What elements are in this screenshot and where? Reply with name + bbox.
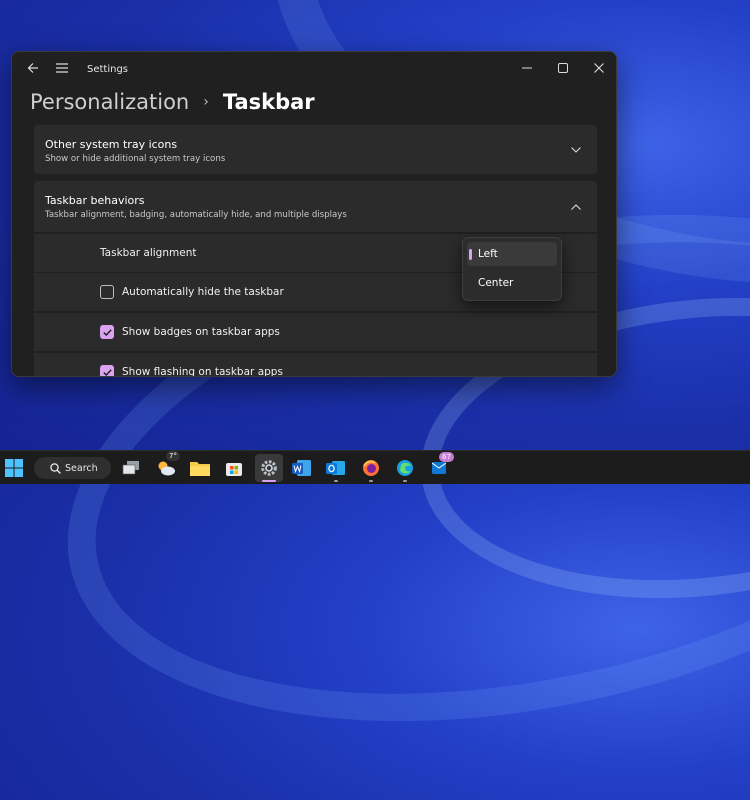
- flashing-row[interactable]: Show flashing on taskbar apps: [34, 353, 597, 377]
- chevron-down-icon[interactable]: [569, 143, 583, 157]
- close-icon[interactable]: [581, 52, 617, 84]
- setting-label: Show badges on taskbar apps: [122, 326, 280, 338]
- checkmark-icon: [103, 369, 112, 376]
- flashing-checkbox[interactable]: [100, 365, 114, 377]
- breadcrumb-parent[interactable]: Personalization: [30, 90, 189, 114]
- breadcrumb: Personalization › Taskbar: [30, 87, 315, 117]
- store-icon[interactable]: [223, 457, 245, 479]
- running-app-indicator: [403, 480, 407, 482]
- app-title: Settings: [87, 64, 128, 75]
- option-label: Center: [478, 277, 513, 289]
- option-label: Left: [478, 248, 498, 260]
- other-tray-icons-section[interactable]: Other system tray icons Show or hide add…: [34, 125, 597, 174]
- firefox-icon[interactable]: [360, 457, 382, 479]
- section-description: Show or hide additional system tray icon…: [45, 154, 225, 164]
- section-title: Taskbar behaviors: [45, 194, 145, 207]
- alignment-option-left[interactable]: Left: [467, 242, 557, 266]
- edge-icon[interactable]: [394, 457, 416, 479]
- section-title: Other system tray icons: [45, 138, 177, 151]
- minimize-icon[interactable]: [509, 52, 545, 84]
- setting-label: Taskbar alignment: [100, 247, 196, 259]
- search-label: Search: [65, 463, 98, 474]
- title-bar: Settings: [12, 52, 616, 88]
- outlook-icon[interactable]: [325, 457, 347, 479]
- breadcrumb-separator: ›: [203, 94, 209, 110]
- selected-indicator: [469, 249, 472, 260]
- page-title: Taskbar: [223, 90, 315, 114]
- taskbar-search-box[interactable]: Search: [34, 457, 111, 479]
- file-explorer-icon[interactable]: [189, 457, 211, 479]
- setting-label: Automatically hide the taskbar: [122, 286, 284, 298]
- mail-badge: 67: [439, 452, 454, 462]
- taskbar-behaviors-section[interactable]: Taskbar behaviors Taskbar alignment, bad…: [34, 181, 597, 232]
- hamburger-menu-icon[interactable]: [44, 52, 80, 84]
- task-view-icon[interactable]: [120, 457, 142, 479]
- start-icon[interactable]: [3, 457, 25, 479]
- running-app-indicator: [334, 480, 338, 482]
- mail-icon[interactable]: 67: [430, 457, 452, 479]
- setting-label: Show flashing on taskbar apps: [122, 366, 283, 377]
- taskbar: Search 7° 67: [0, 450, 750, 484]
- active-app-indicator: [262, 480, 276, 482]
- search-icon: [50, 463, 61, 474]
- badges-checkbox[interactable]: [100, 325, 114, 339]
- auto-hide-checkbox[interactable]: [100, 285, 114, 299]
- word-icon[interactable]: [291, 457, 313, 479]
- running-app-indicator: [369, 480, 373, 482]
- alignment-dropdown-menu: Left Center: [462, 237, 562, 301]
- settings-window: Settings Personalization › Taskbar Other…: [11, 51, 617, 377]
- weather-temp: 7°: [166, 451, 180, 461]
- weather-icon[interactable]: 7°: [155, 457, 177, 479]
- checkmark-icon: [103, 329, 112, 336]
- settings-gear-icon[interactable]: [255, 454, 283, 482]
- section-description: Taskbar alignment, badging, automaticall…: [45, 210, 347, 220]
- badges-row[interactable]: Show badges on taskbar apps: [34, 313, 597, 351]
- alignment-option-center[interactable]: Center: [467, 271, 557, 295]
- chevron-up-icon[interactable]: [569, 200, 583, 214]
- maximize-icon[interactable]: [545, 52, 581, 84]
